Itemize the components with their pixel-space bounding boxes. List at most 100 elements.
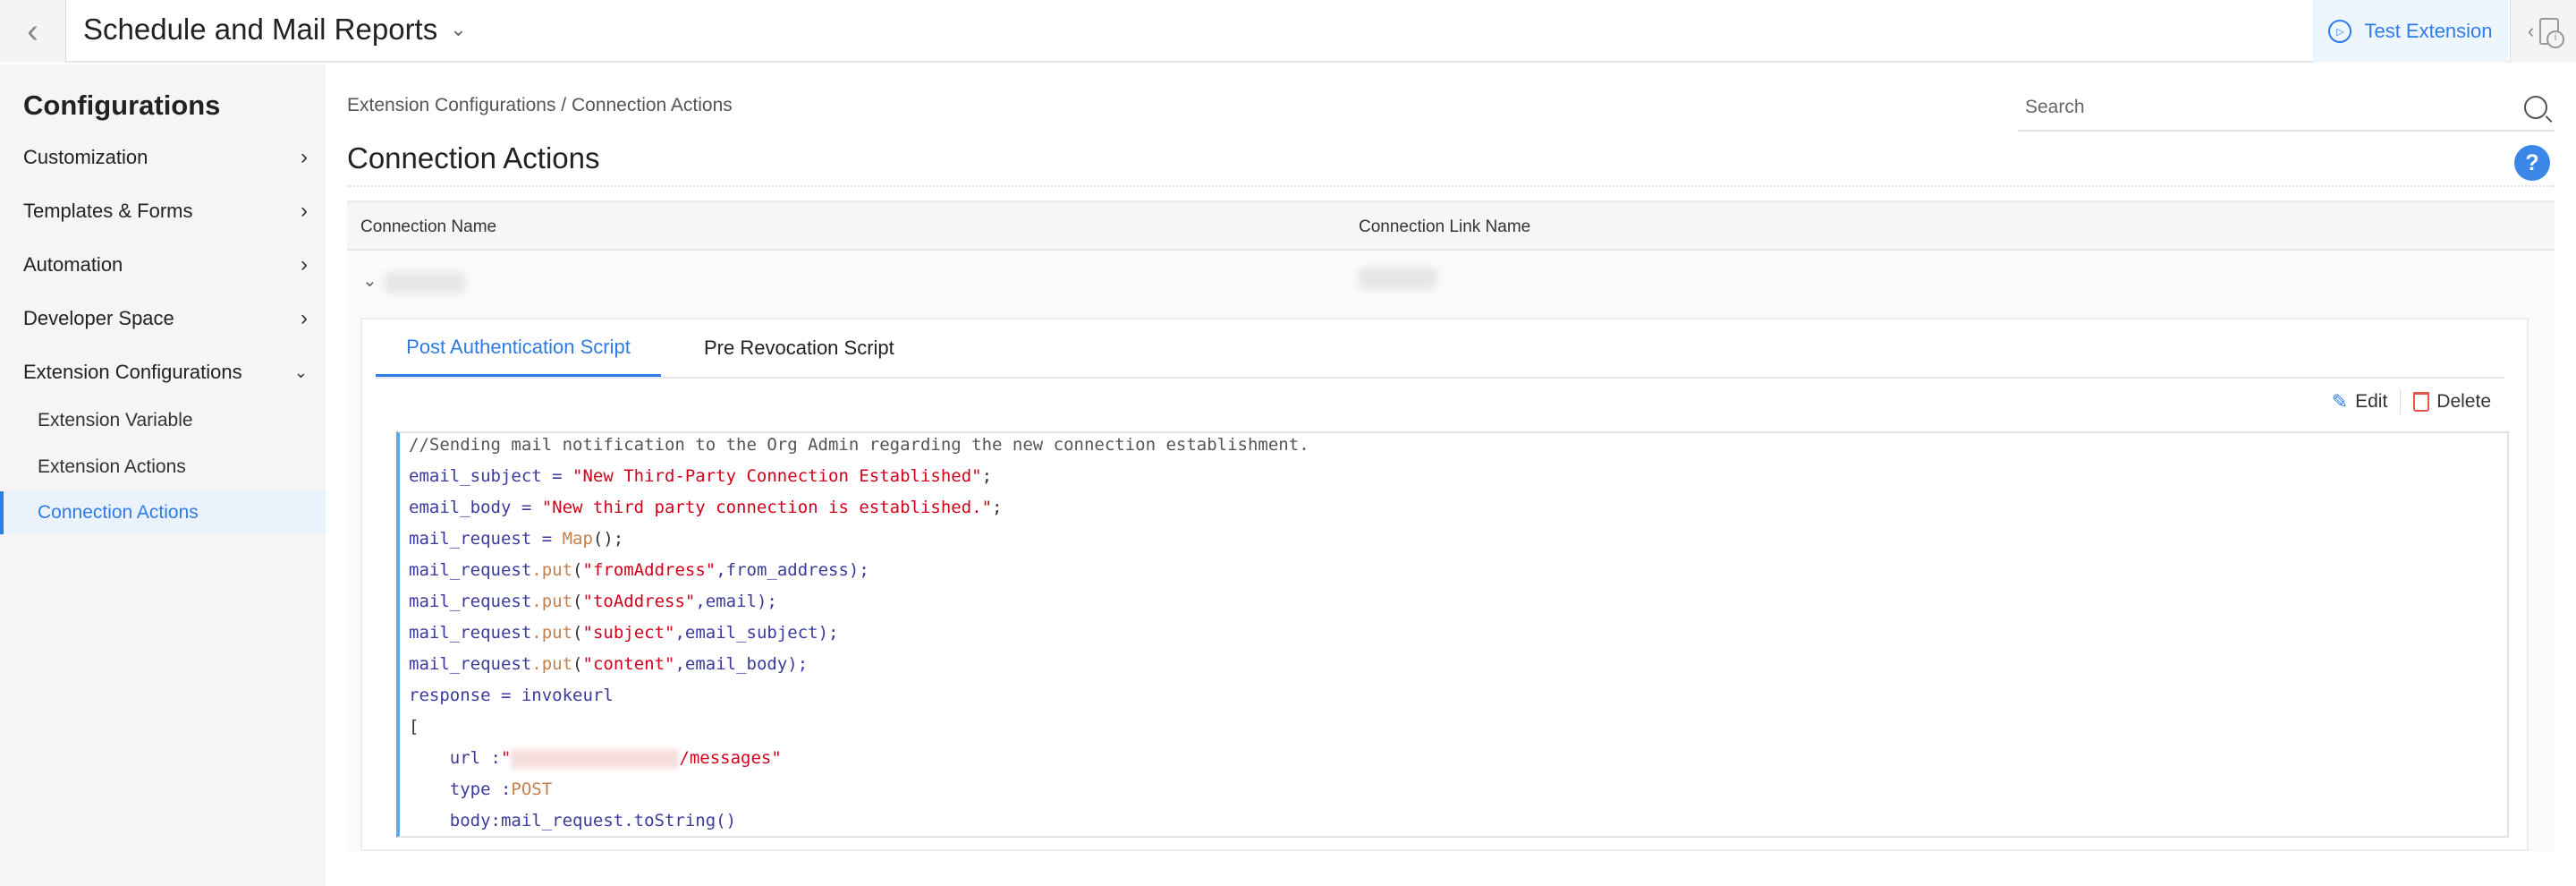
edit-button[interactable]: ✎ Edit [2332, 390, 2388, 413]
code-line: mail_request.put("toAddress",email); [409, 590, 2498, 621]
table-row: ⌄ Post Authentication Script Pre Revocat… [347, 251, 2555, 851]
code-token: ,email_subject); [674, 623, 839, 643]
code-keyword: POST [511, 780, 553, 799]
tab-divider [376, 377, 2504, 379]
sidebar-item-developer-space[interactable]: Developer Space › [0, 296, 326, 341]
delete-button[interactable]: Delete [2413, 391, 2491, 413]
sidebar-item-label: Developer Space [23, 307, 174, 329]
code-token: email_subject = [409, 466, 573, 486]
code-token: ,email_body); [674, 654, 809, 674]
code-line: email_body = "New third party connection… [409, 496, 2498, 527]
app-title: Schedule and Mail Reports [83, 13, 438, 46]
sidebar-subitem-extension-actions[interactable]: Extension Actions [0, 446, 326, 489]
code-token: ( [572, 560, 583, 580]
code-line: mail_request.put("subject",email_subject… [409, 621, 2498, 652]
script-panel: Post Authentication Script Pre Revocatio… [360, 318, 2529, 851]
search-input[interactable]: Search [2018, 85, 2555, 132]
code-line: //Sending mail notification to the Org A… [409, 433, 2498, 464]
sidebar-subitem-connection-actions[interactable]: Connection Actions [0, 491, 326, 534]
redacted-connection-link-name [1359, 268, 1437, 289]
play-icon: ▷ [2328, 20, 2352, 43]
code-line: mail_request = Map(); [409, 527, 2498, 558]
code-viewer[interactable]: //Sending mail notification to the Org A… [396, 431, 2509, 838]
chevron-down-icon[interactable]: ⌄ [362, 269, 377, 292]
table-header: Connection Name Connection Link Name [347, 200, 2555, 251]
code-line: url :" /messages" [409, 746, 2498, 778]
redacted-url [511, 748, 680, 769]
chevron-right-icon: › [301, 145, 308, 169]
help-icon[interactable]: ? [2514, 145, 2550, 181]
document-info-icon [2539, 18, 2565, 48]
sidebar-item-extension-configurations[interactable]: Extension Configurations ⌄ [0, 350, 326, 395]
sidebar-subitem-label: Extension Variable [38, 410, 193, 430]
code-string: "fromAddress" [582, 560, 716, 580]
code-line: response = invokeurl [409, 684, 2498, 715]
code-string: /messages" [679, 748, 782, 768]
info-panel-toggle[interactable]: ‹ [2510, 0, 2576, 63]
code-string: "toAddress" [582, 592, 696, 611]
separator [2400, 389, 2402, 414]
sidebar-item-templates-forms[interactable]: Templates & Forms › [0, 189, 326, 234]
code-function: .put [531, 654, 573, 674]
tab-post-authentication-script[interactable]: Post Authentication Script [376, 319, 661, 377]
sidebar-item-customization[interactable]: Customization › [0, 135, 326, 180]
code-token: url : [409, 748, 501, 768]
page-title: Connection Actions [347, 141, 600, 175]
code-token: ; [992, 498, 1003, 517]
sidebar-item-label: Customization [23, 146, 148, 168]
sidebar-item-automation[interactable]: Automation › [0, 243, 326, 287]
chevron-left-icon: ‹ [27, 12, 38, 50]
code-token: mail_request [409, 560, 532, 580]
chevron-right-icon: › [301, 252, 308, 277]
sidebar-subitem-extension-variable[interactable]: Extension Variable [0, 399, 326, 442]
column-header-connection-name: Connection Name [360, 217, 497, 236]
code-token: (); [592, 529, 624, 549]
code-string: "content" [582, 654, 675, 674]
trash-icon [2413, 392, 2430, 412]
code-token: ; [981, 466, 993, 486]
extension-selector[interactable]: Schedule and Mail Reports ⌄ [83, 13, 467, 47]
code-token: mail_request [409, 623, 532, 643]
test-extension-label: Test Extension [2364, 20, 2493, 42]
edit-label: Edit [2355, 391, 2388, 412]
code-function: .put [531, 560, 573, 580]
chevron-right-icon: › [301, 199, 308, 223]
sidebar-subitem-label: Extension Actions [38, 456, 186, 477]
code-token: ( [572, 623, 583, 643]
code-line: mail_request.put("content",email_body); [409, 652, 2498, 684]
code-token: [ [409, 717, 419, 737]
code-token: ,email); [695, 592, 777, 611]
test-extension-button[interactable]: ▷ Test Extension [2313, 0, 2508, 63]
code-token: type : [409, 780, 512, 799]
divider [347, 185, 2555, 187]
chevron-right-icon: › [301, 306, 308, 330]
sidebar-subitem-label: Connection Actions [38, 502, 199, 523]
code-line: body:mail_request.toString() [409, 809, 2498, 840]
code-string: " [500, 748, 512, 768]
code-token: ( [572, 592, 583, 611]
sidebar: Configurations Customization › Templates … [0, 64, 326, 886]
delete-label: Delete [2436, 391, 2491, 412]
code-token: ,from_address); [716, 560, 869, 580]
script-actions: ✎ Edit Delete [2332, 389, 2491, 414]
tab-pre-revocation-script[interactable]: Pre Revocation Script [704, 319, 894, 377]
code-line: email_subject = "New Third-Party Connect… [409, 464, 2498, 496]
search-icon[interactable] [2524, 96, 2547, 119]
top-bar: ‹ Schedule and Mail Reports ⌄ ▷ Test Exten… [0, 0, 2576, 63]
back-button[interactable]: ‹ [0, 0, 66, 63]
code-token: response = invokeurl [409, 686, 614, 705]
sidebar-heading: Configurations [23, 89, 221, 121]
code-token: email_body = [409, 498, 542, 517]
code-string: "New third party connection is establish… [541, 498, 993, 517]
code-token: mail_request [409, 592, 532, 611]
chevron-left-icon: ‹ [2527, 20, 2535, 42]
code-comment: //Sending mail notification to the Org A… [409, 435, 1309, 455]
code-token: mail_request = [409, 529, 563, 549]
code-line: [ [409, 715, 2498, 746]
sidebar-item-label: Templates & Forms [23, 200, 193, 222]
code-line: mail_request.put("fromAddress",from_addr… [409, 558, 2498, 590]
code-string: "subject" [582, 623, 675, 643]
code-function: .put [531, 623, 573, 643]
column-header-connection-link-name: Connection Link Name [1359, 217, 1531, 236]
code-line: type :POST [409, 778, 2498, 809]
